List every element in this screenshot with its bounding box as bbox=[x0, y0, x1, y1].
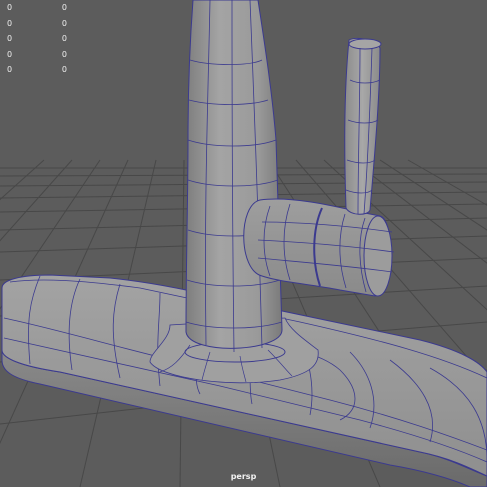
hud-value-left: 0 bbox=[7, 18, 13, 28]
hud-row: 0 0 bbox=[7, 31, 67, 47]
hud-value-right: 0 bbox=[61, 49, 67, 59]
hud-value-right: 0 bbox=[61, 34, 67, 43]
hud-value-right: 0 bbox=[61, 65, 67, 74]
3d-scene[interactable] bbox=[0, 0, 487, 487]
heads-up-display-stats: 0 0 0 0 0 0 0 0 0 0 bbox=[7, 0, 67, 78]
hud-value-left: 0 bbox=[7, 3, 13, 12]
hud-row: 0 0 bbox=[7, 62, 67, 78]
hud-value-right: 0 bbox=[61, 18, 67, 28]
hud-value-left: 0 bbox=[7, 49, 13, 59]
hud-row: 0 0 bbox=[7, 47, 67, 63]
hud-value-left: 0 bbox=[7, 34, 13, 43]
hud-row: 0 0 bbox=[7, 16, 67, 32]
hud-value-right: 0 bbox=[61, 3, 67, 12]
hud-value-left: 0 bbox=[7, 65, 13, 74]
perspective-viewport[interactable]: 0 0 0 0 0 0 0 0 0 0 persp bbox=[0, 0, 487, 487]
camera-name-label: persp bbox=[230, 472, 257, 481]
hud-row: 0 0 bbox=[7, 0, 67, 16]
